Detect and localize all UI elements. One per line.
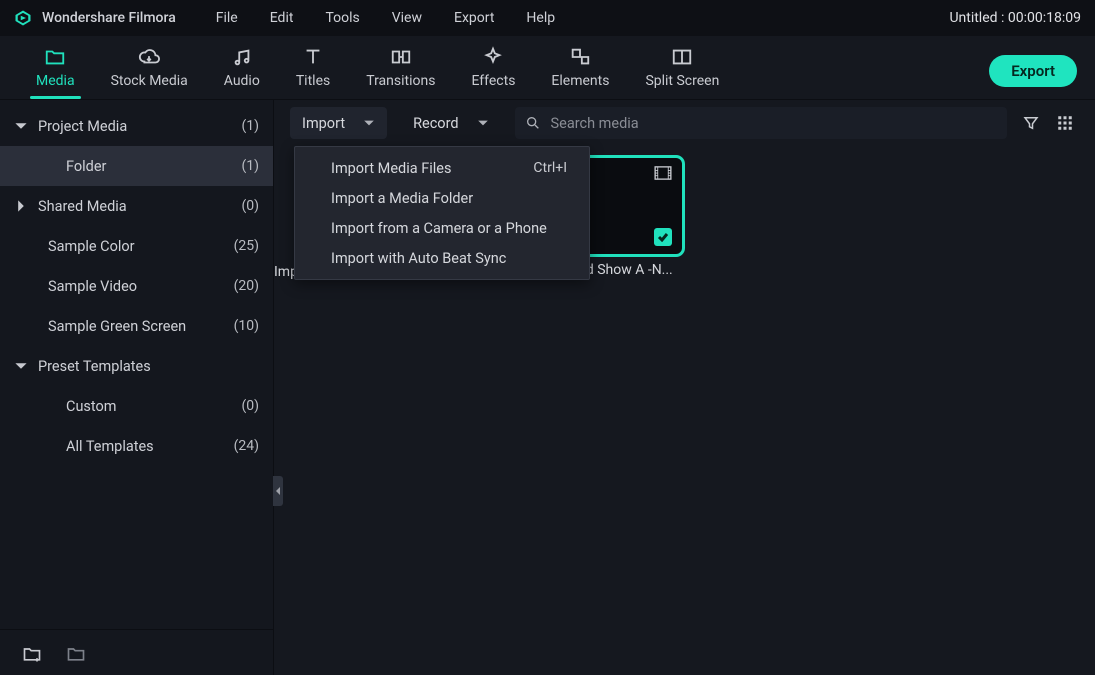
tree-item-sample-green-screen[interactable]: Sample Green Screen (10) <box>0 306 273 346</box>
app-title: Wondershare Filmora <box>42 10 176 26</box>
tree-label: All Templates <box>66 438 226 455</box>
media-toolbar: Import Record <box>274 100 1095 146</box>
menu-help[interactable]: Help <box>516 6 565 30</box>
record-dropdown[interactable]: Record <box>401 107 500 139</box>
search-box[interactable] <box>515 107 1007 139</box>
import-menu: Import Media Files Ctrl+I Import a Media… <box>294 146 590 280</box>
tree-item-sample-color[interactable]: Sample Color (25) <box>0 226 273 266</box>
search-input[interactable] <box>551 115 997 132</box>
tree-item-shared-media[interactable]: Shared Media (0) <box>0 186 273 226</box>
tree-count: (25) <box>234 238 259 254</box>
tab-label: Audio <box>224 73 260 89</box>
tree-label: Sample Color <box>48 238 226 255</box>
tab-label: Media <box>36 73 75 89</box>
cloud-download-icon <box>138 47 160 67</box>
tree-count: (24) <box>234 438 259 454</box>
import-media-folder[interactable]: Import a Media Folder <box>295 183 589 213</box>
tab-titles[interactable]: Titles <box>278 39 348 99</box>
menu-view[interactable]: View <box>382 6 432 30</box>
tree-label: Custom <box>66 398 233 415</box>
tree-label: Shared Media <box>38 198 233 215</box>
sparkle-icon <box>482 47 504 67</box>
tree-item-folder[interactable]: Folder (1) <box>0 146 273 186</box>
transitions-icon <box>390 47 412 67</box>
tree-count: (1) <box>241 158 259 174</box>
text-icon <box>302 47 324 67</box>
import-label: Import <box>302 115 345 132</box>
tree-item-sample-video[interactable]: Sample Video (20) <box>0 266 273 306</box>
chevron-down-icon <box>363 118 375 128</box>
tab-media[interactable]: Media <box>18 39 93 99</box>
folder-icon <box>44 47 66 67</box>
menu-item-label: Import with Auto Beat Sync <box>331 250 506 267</box>
filter-icon[interactable] <box>1021 113 1041 133</box>
menu-tools[interactable]: Tools <box>315 6 369 30</box>
app-logo-icon <box>14 9 32 27</box>
caret-down-icon <box>14 359 28 373</box>
music-note-icon <box>231 47 253 67</box>
tab-label: Stock Media <box>111 73 188 89</box>
tab-label: Effects <box>471 73 515 89</box>
tree-label: Sample Video <box>48 278 226 295</box>
selected-check-icon <box>654 228 672 246</box>
tree-item-preset-templates[interactable]: Preset Templates <box>0 346 273 386</box>
import-media-files[interactable]: Import Media Files Ctrl+I <box>295 153 589 183</box>
tree-count: (20) <box>234 278 259 294</box>
split-screen-icon <box>671 47 693 67</box>
tree-label: Project Media <box>38 118 233 135</box>
tree-item-all-templates[interactable]: All Templates (24) <box>0 426 273 466</box>
tab-label: Elements <box>551 73 609 89</box>
media-sidebar: Project Media (1) Folder (1) Shared Medi… <box>0 100 274 675</box>
tab-label: Transitions <box>366 73 435 89</box>
tree-label: Sample Green Screen <box>48 318 226 335</box>
sidebar-footer <box>0 629 273 675</box>
tab-elements[interactable]: Elements <box>533 39 627 99</box>
chevron-down-icon <box>477 118 489 128</box>
menu-item-label: Import from a Camera or a Phone <box>331 220 547 237</box>
tree-count: (1) <box>241 118 259 134</box>
grid-view-icon[interactable] <box>1055 113 1075 133</box>
tab-effects[interactable]: Effects <box>453 39 533 99</box>
menu-file[interactable]: File <box>206 6 248 30</box>
menu-bar: File Edit Tools View Export Help <box>206 6 565 30</box>
tab-split-screen[interactable]: Split Screen <box>627 39 737 99</box>
menu-item-label: Import a Media Folder <box>331 190 473 207</box>
panel-tabs: Media Stock Media Audio Titles Transitio… <box>0 36 1095 100</box>
record-label: Record <box>413 115 458 132</box>
tree-count: (0) <box>241 198 259 214</box>
menu-item-label: Import Media Files <box>331 160 451 177</box>
new-folder-icon[interactable] <box>22 644 42 662</box>
import-auto-beat-sync[interactable]: Import with Auto Beat Sync <box>295 243 589 273</box>
tree-item-project-media[interactable]: Project Media (1) <box>0 106 273 146</box>
tree-label: Folder <box>66 158 233 175</box>
caret-down-icon <box>14 119 28 133</box>
tab-label: Titles <box>296 73 330 89</box>
menu-item-shortcut: Ctrl+I <box>533 160 567 176</box>
import-dropdown[interactable]: Import <box>290 107 387 139</box>
tab-audio[interactable]: Audio <box>206 39 278 99</box>
shapes-icon <box>569 47 591 67</box>
tree-count: (10) <box>234 318 259 334</box>
tab-transitions[interactable]: Transitions <box>348 39 453 99</box>
tab-stock-media[interactable]: Stock Media <box>93 39 206 99</box>
import-from-camera-phone[interactable]: Import from a Camera or a Phone <box>295 213 589 243</box>
titlebar: Wondershare Filmora File Edit Tools View… <box>0 0 1095 36</box>
export-button[interactable]: Export <box>989 55 1077 87</box>
tree-item-custom[interactable]: Custom (0) <box>0 386 273 426</box>
media-tree: Project Media (1) Folder (1) Shared Medi… <box>0 100 273 629</box>
video-clip-icon <box>654 166 672 180</box>
search-icon <box>525 115 541 131</box>
tree-label: Preset Templates <box>38 358 251 375</box>
folder-outline-icon[interactable] <box>66 644 86 662</box>
document-title: Untitled : 00:00:18:09 <box>949 10 1081 26</box>
tree-count: (0) <box>241 398 259 414</box>
caret-right-icon <box>14 199 28 213</box>
menu-export[interactable]: Export <box>444 6 504 30</box>
menu-edit[interactable]: Edit <box>260 6 304 30</box>
tab-label: Split Screen <box>645 73 719 89</box>
